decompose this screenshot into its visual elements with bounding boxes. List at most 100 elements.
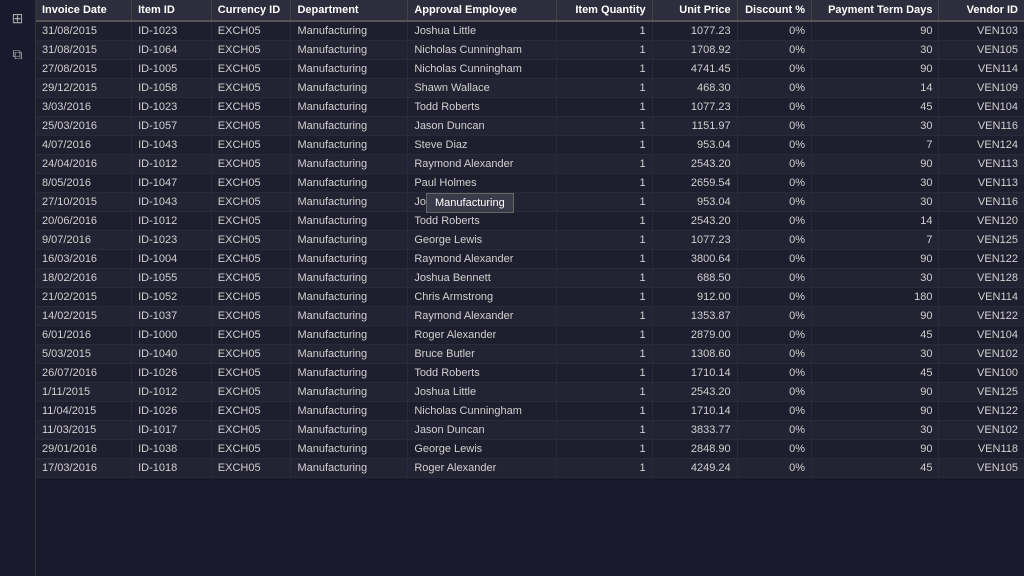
cell-discount: 0% (737, 231, 811, 250)
cell-approvalEmployee: Joshua Bennett (408, 193, 557, 212)
cell-paymentTermDays: 30 (811, 117, 938, 136)
cell-itemId: ID-1038 (132, 440, 212, 459)
cell-discount: 0% (737, 212, 811, 231)
cell-itemId: ID-1057 (132, 117, 212, 136)
cell-vendorId: VEN125 (939, 231, 1024, 250)
table-row[interactable]: 24/04/2016ID-1012EXCH05ManufacturingRaym… (36, 155, 1024, 174)
cell-invoiceDate: 11/04/2015 (36, 402, 132, 421)
cell-vendorId: VEN109 (939, 79, 1024, 98)
table-row[interactable]: 20/06/2016ID-1012EXCH05ManufacturingTodd… (36, 212, 1024, 231)
cell-vendorId: VEN116 (939, 117, 1024, 136)
cell-department: Manufacturing (291, 21, 408, 41)
table-row[interactable]: 9/07/2016ID-1023EXCH05ManufacturingGeorg… (36, 231, 1024, 250)
table-row[interactable]: 29/12/2015ID-1058EXCH05ManufacturingShaw… (36, 79, 1024, 98)
grid-icon[interactable]: ⊞ (6, 6, 30, 30)
column-header-approvalEmployee[interactable]: Approval Employee (408, 0, 557, 21)
cell-vendorId: VEN114 (939, 288, 1024, 307)
table-row[interactable]: 31/08/2015ID-1064EXCH05ManufacturingNich… (36, 41, 1024, 60)
cell-approvalEmployee: Jason Duncan (408, 421, 557, 440)
table-container[interactable]: Invoice DateItem IDCurrency IDDepartment… (36, 0, 1024, 478)
cell-approvalEmployee: Raymond Alexander (408, 250, 557, 269)
table-row[interactable]: 25/03/2016ID-1057EXCH05ManufacturingJaso… (36, 117, 1024, 136)
sidebar: ⊞ ⧉ (0, 0, 36, 576)
column-header-itemQuantity[interactable]: Item Quantity (557, 0, 653, 21)
cell-invoiceDate: 25/03/2016 (36, 117, 132, 136)
cell-currencyId: EXCH05 (211, 440, 291, 459)
cell-currencyId: EXCH05 (211, 212, 291, 231)
cell-currencyId: EXCH05 (211, 231, 291, 250)
cell-itemQuantity: 1 (557, 364, 653, 383)
cell-itemId: ID-1043 (132, 193, 212, 212)
cell-itemId: ID-1018 (132, 459, 212, 478)
table-row[interactable]: 11/03/2015ID-1017EXCH05ManufacturingJaso… (36, 421, 1024, 440)
cell-approvalEmployee: Joshua Little (408, 383, 557, 402)
cell-discount: 0% (737, 155, 811, 174)
table-row[interactable]: 27/08/2015ID-1005EXCH05ManufacturingNich… (36, 60, 1024, 79)
cell-invoiceDate: 26/07/2016 (36, 364, 132, 383)
cell-department: Manufacturing (291, 136, 408, 155)
cell-itemQuantity: 1 (557, 440, 653, 459)
cell-currencyId: EXCH05 (211, 326, 291, 345)
cell-invoiceDate: 3/03/2016 (36, 98, 132, 117)
column-header-discount[interactable]: Discount % (737, 0, 811, 21)
column-header-vendorId[interactable]: Vendor ID (939, 0, 1024, 21)
column-header-currencyId[interactable]: Currency ID (211, 0, 291, 21)
cell-department: Manufacturing (291, 440, 408, 459)
column-header-invoiceDate[interactable]: Invoice Date (36, 0, 132, 21)
cell-currencyId: EXCH05 (211, 269, 291, 288)
layers-icon[interactable]: ⧉ (6, 42, 30, 66)
cell-paymentTermDays: 90 (811, 60, 938, 79)
cell-paymentTermDays: 45 (811, 364, 938, 383)
cell-itemQuantity: 1 (557, 269, 653, 288)
table-row[interactable]: 14/02/2015ID-1037EXCH05ManufacturingRaym… (36, 307, 1024, 326)
cell-paymentTermDays: 90 (811, 402, 938, 421)
table-row[interactable]: 8/05/2016ID-1047EXCH05ManufacturingPaul … (36, 174, 1024, 193)
column-header-department[interactable]: Department (291, 0, 408, 21)
cell-approvalEmployee: Bruce Butler (408, 345, 557, 364)
table-row[interactable]: 26/07/2016ID-1026EXCH05ManufacturingTodd… (36, 364, 1024, 383)
cell-unitPrice: 2879.00 (652, 326, 737, 345)
cell-unitPrice: 1077.23 (652, 21, 737, 41)
cell-unitPrice: 3833.77 (652, 421, 737, 440)
table-row[interactable]: 6/01/2016ID-1000EXCH05ManufacturingRoger… (36, 326, 1024, 345)
cell-paymentTermDays: 30 (811, 345, 938, 364)
cell-currencyId: EXCH05 (211, 364, 291, 383)
cell-vendorId: VEN122 (939, 307, 1024, 326)
table-row[interactable]: 3/03/2016ID-1023EXCH05ManufacturingTodd … (36, 98, 1024, 117)
cell-approvalEmployee: Raymond Alexander (408, 155, 557, 174)
table-row[interactable]: 21/02/2015ID-1052EXCH05ManufacturingChri… (36, 288, 1024, 307)
cell-itemQuantity: 1 (557, 383, 653, 402)
table-row[interactable]: 11/04/2015ID-1026EXCH05ManufacturingNich… (36, 402, 1024, 421)
cell-unitPrice: 3800.64 (652, 250, 737, 269)
cell-invoiceDate: 5/03/2015 (36, 345, 132, 364)
cell-itemQuantity: 1 (557, 41, 653, 60)
cell-invoiceDate: 27/08/2015 (36, 60, 132, 79)
cell-currencyId: EXCH05 (211, 250, 291, 269)
column-header-paymentTermDays[interactable]: Payment Term Days (811, 0, 938, 21)
table-row[interactable]: 17/03/2016ID-1018EXCH05ManufacturingRoge… (36, 459, 1024, 478)
table-row[interactable]: 29/01/2016ID-1038EXCH05ManufacturingGeor… (36, 440, 1024, 459)
table-row[interactable]: 5/03/2015ID-1040EXCH05ManufacturingBruce… (36, 345, 1024, 364)
table-row[interactable]: 18/02/2016ID-1055EXCH05ManufacturingJosh… (36, 269, 1024, 288)
cell-vendorId: VEN105 (939, 41, 1024, 60)
cell-vendorId: VEN116 (939, 193, 1024, 212)
cell-currencyId: EXCH05 (211, 21, 291, 41)
cell-paymentTermDays: 30 (811, 421, 938, 440)
table-wrapper: Manufacturing Invoice DateItem IDCurrenc… (36, 0, 1024, 478)
column-header-itemId[interactable]: Item ID (132, 0, 212, 21)
table-row[interactable]: 31/08/2015ID-1023EXCH05ManufacturingJosh… (36, 21, 1024, 41)
table-row[interactable]: 27/10/2015ID-1043EXCH05ManufacturingJosh… (36, 193, 1024, 212)
column-header-unitPrice[interactable]: Unit Price (652, 0, 737, 21)
cell-itemId: ID-1012 (132, 212, 212, 231)
cell-itemId: ID-1023 (132, 231, 212, 250)
cell-itemId: ID-1017 (132, 421, 212, 440)
table-row[interactable]: 1/11/2015ID-1012EXCH05ManufacturingJoshu… (36, 383, 1024, 402)
cell-currencyId: EXCH05 (211, 288, 291, 307)
cell-unitPrice: 1708.92 (652, 41, 737, 60)
table-row[interactable]: 4/07/2016ID-1043EXCH05ManufacturingSteve… (36, 136, 1024, 155)
table-row[interactable]: 16/03/2016ID-1004EXCH05ManufacturingRaym… (36, 250, 1024, 269)
cell-currencyId: EXCH05 (211, 79, 291, 98)
cell-unitPrice: 2848.90 (652, 440, 737, 459)
cell-unitPrice: 2543.20 (652, 212, 737, 231)
cell-discount: 0% (737, 60, 811, 79)
